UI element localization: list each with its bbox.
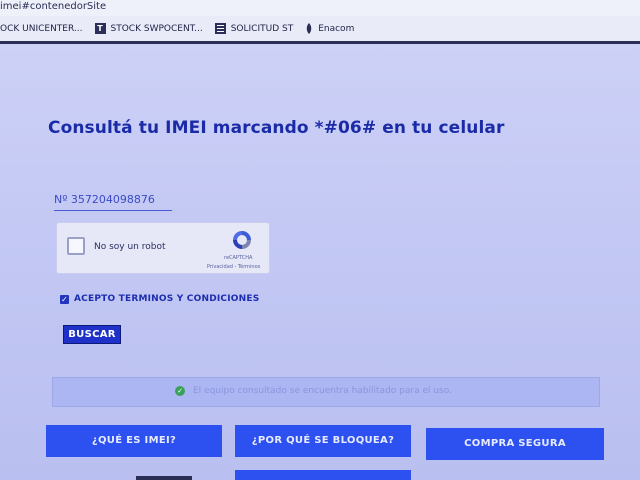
recaptcha-widget: No soy un robot reCAPTCHA Privacidad - T… — [56, 222, 270, 274]
recaptcha-links[interactable]: Privacidad - Términos — [207, 264, 260, 270]
partial-nav-button[interactable] — [235, 470, 411, 480]
screen: imei#contenedorSite OCK UNICENTER... T S… — [0, 0, 640, 480]
grid-icon — [214, 23, 226, 34]
result-alert: ✓ El equipo consultado se encuentra habi… — [52, 377, 600, 407]
what-is-imei-button[interactable]: ¿QUÉ ES IMEI? — [46, 425, 222, 457]
t-icon: T — [94, 23, 106, 34]
bookmarks-bar: OCK UNICENTER... T STOCK SWPOCENT... SOL… — [0, 16, 640, 44]
bookmark-label: STOCK SWPOCENT... — [110, 23, 203, 34]
terms-checkbox-row[interactable]: ✓ ACEPTO TERMINOS Y CONDICIONES — [60, 294, 259, 304]
why-blocked-button[interactable]: ¿POR QUÉ SE BLOQUEA? — [235, 425, 411, 457]
bookmark-enacom[interactable]: Enacom — [305, 19, 354, 39]
bookmark-stock-swpocent[interactable]: T STOCK SWPOCENT... — [94, 19, 203, 39]
recaptcha-logo-icon — [233, 231, 251, 249]
safe-purchase-button[interactable]: COMPRA SEGURA — [426, 428, 604, 460]
e-icon — [306, 23, 312, 34]
bookmark-label: OCK UNICENTER... — [0, 23, 83, 34]
bookmark-solicitud-st[interactable]: SOLICITUD ST — [214, 19, 294, 39]
recaptcha-checkbox[interactable] — [67, 237, 85, 255]
url-text: imei#contenedorSite — [0, 1, 107, 12]
check-circle-icon: ✓ — [175, 386, 185, 396]
result-message: El equipo consultado se encuentra habili… — [193, 386, 452, 396]
terms-checkbox[interactable]: ✓ — [60, 294, 69, 304]
address-bar[interactable]: imei#contenedorSite — [0, 0, 640, 16]
recaptcha-label: No soy un robot — [94, 242, 166, 252]
recaptcha-brand: reCAPTCHA — [224, 255, 253, 261]
bookmark-label: SOLICITUD ST — [230, 23, 294, 34]
search-button[interactable]: BUSCAR — [63, 325, 121, 344]
bookmark-ock-unicenter[interactable]: OCK UNICENTER... — [0, 19, 83, 39]
terms-label: ACEPTO TERMINOS Y CONDICIONES — [74, 294, 260, 304]
partial-dark-element — [136, 476, 192, 480]
imei-input[interactable]: Nº 357204098876 — [54, 192, 172, 211]
bookmark-label: Enacom — [318, 23, 355, 34]
page-title: Consultá tu IMEI marcando *#06# en tu ce… — [48, 118, 505, 138]
